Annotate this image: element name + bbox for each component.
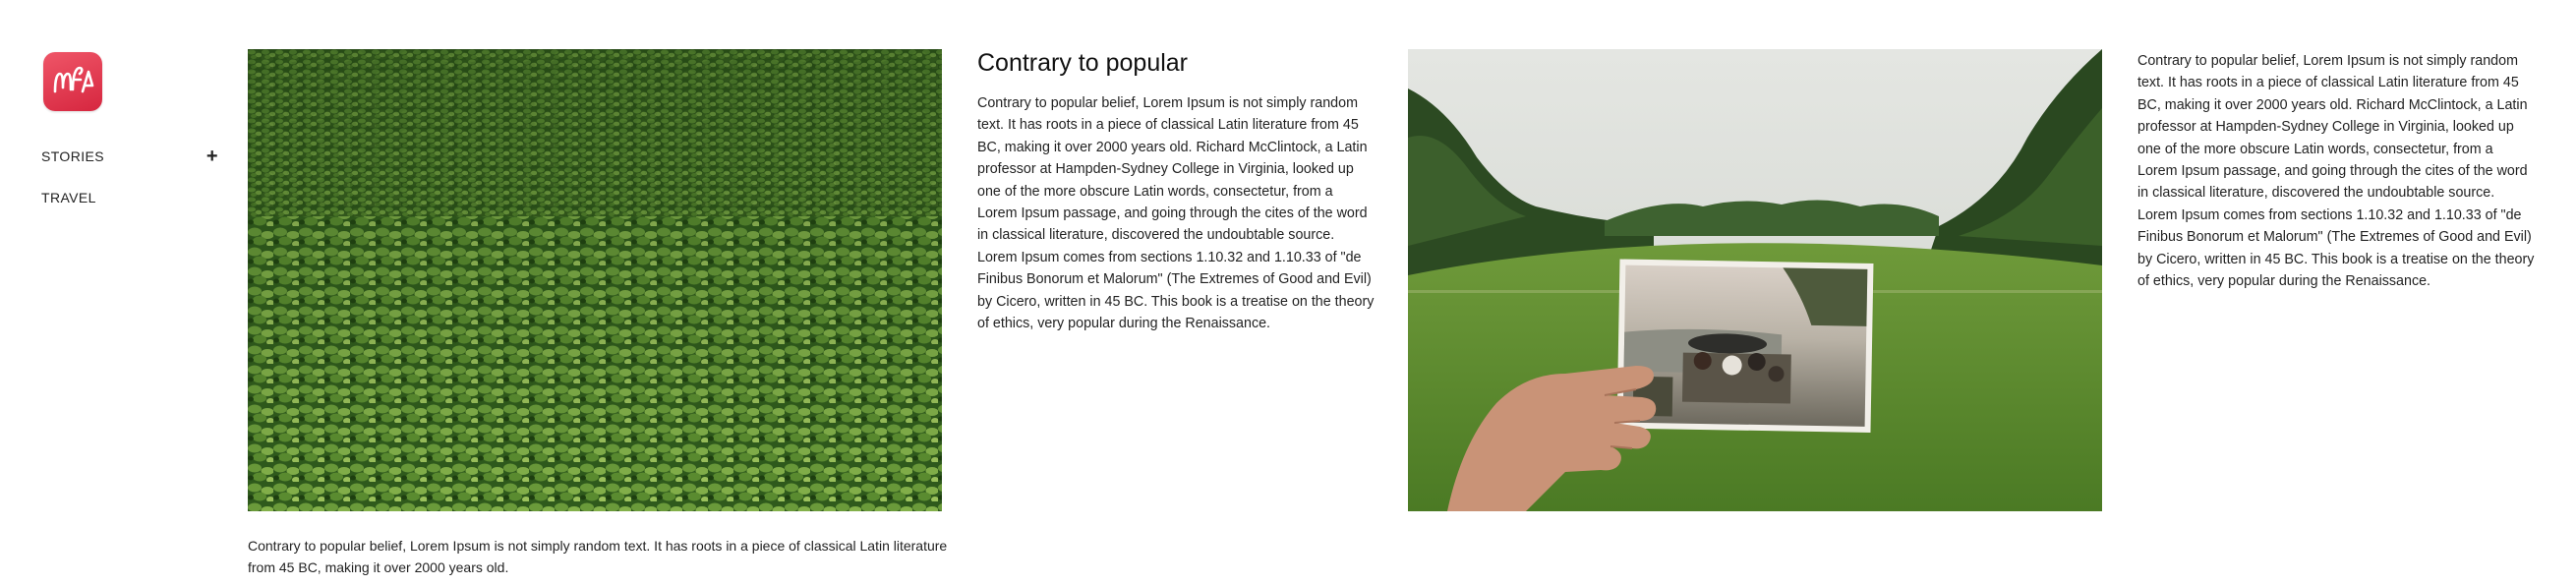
article-body: Contrary to popular belief, Lorem Ipsum …: [977, 95, 1375, 332]
leaves-photo[interactable]: [248, 49, 942, 511]
photo-in-hand-image[interactable]: [1408, 49, 2102, 511]
nav-item-label: TRAVEL: [41, 190, 96, 205]
nav-item-stories[interactable]: STORIES +: [41, 146, 218, 167]
brand-logo[interactable]: [43, 52, 102, 111]
nav-item-label: STORIES: [41, 148, 105, 164]
nav-item-travel[interactable]: TRAVEL: [41, 187, 218, 208]
photo-caption: Contrary to popular belief, Lorem Ipsum …: [248, 538, 948, 575]
article-title[interactable]: Contrary to popular: [977, 49, 1188, 78]
article-body: Contrary to popular belief, Lorem Ipsum …: [2137, 53, 2535, 290]
mf-logo-icon: [53, 66, 94, 93]
plus-icon[interactable]: +: [206, 146, 218, 166]
sidebar-nav: STORIES + TRAVEL: [41, 146, 218, 228]
